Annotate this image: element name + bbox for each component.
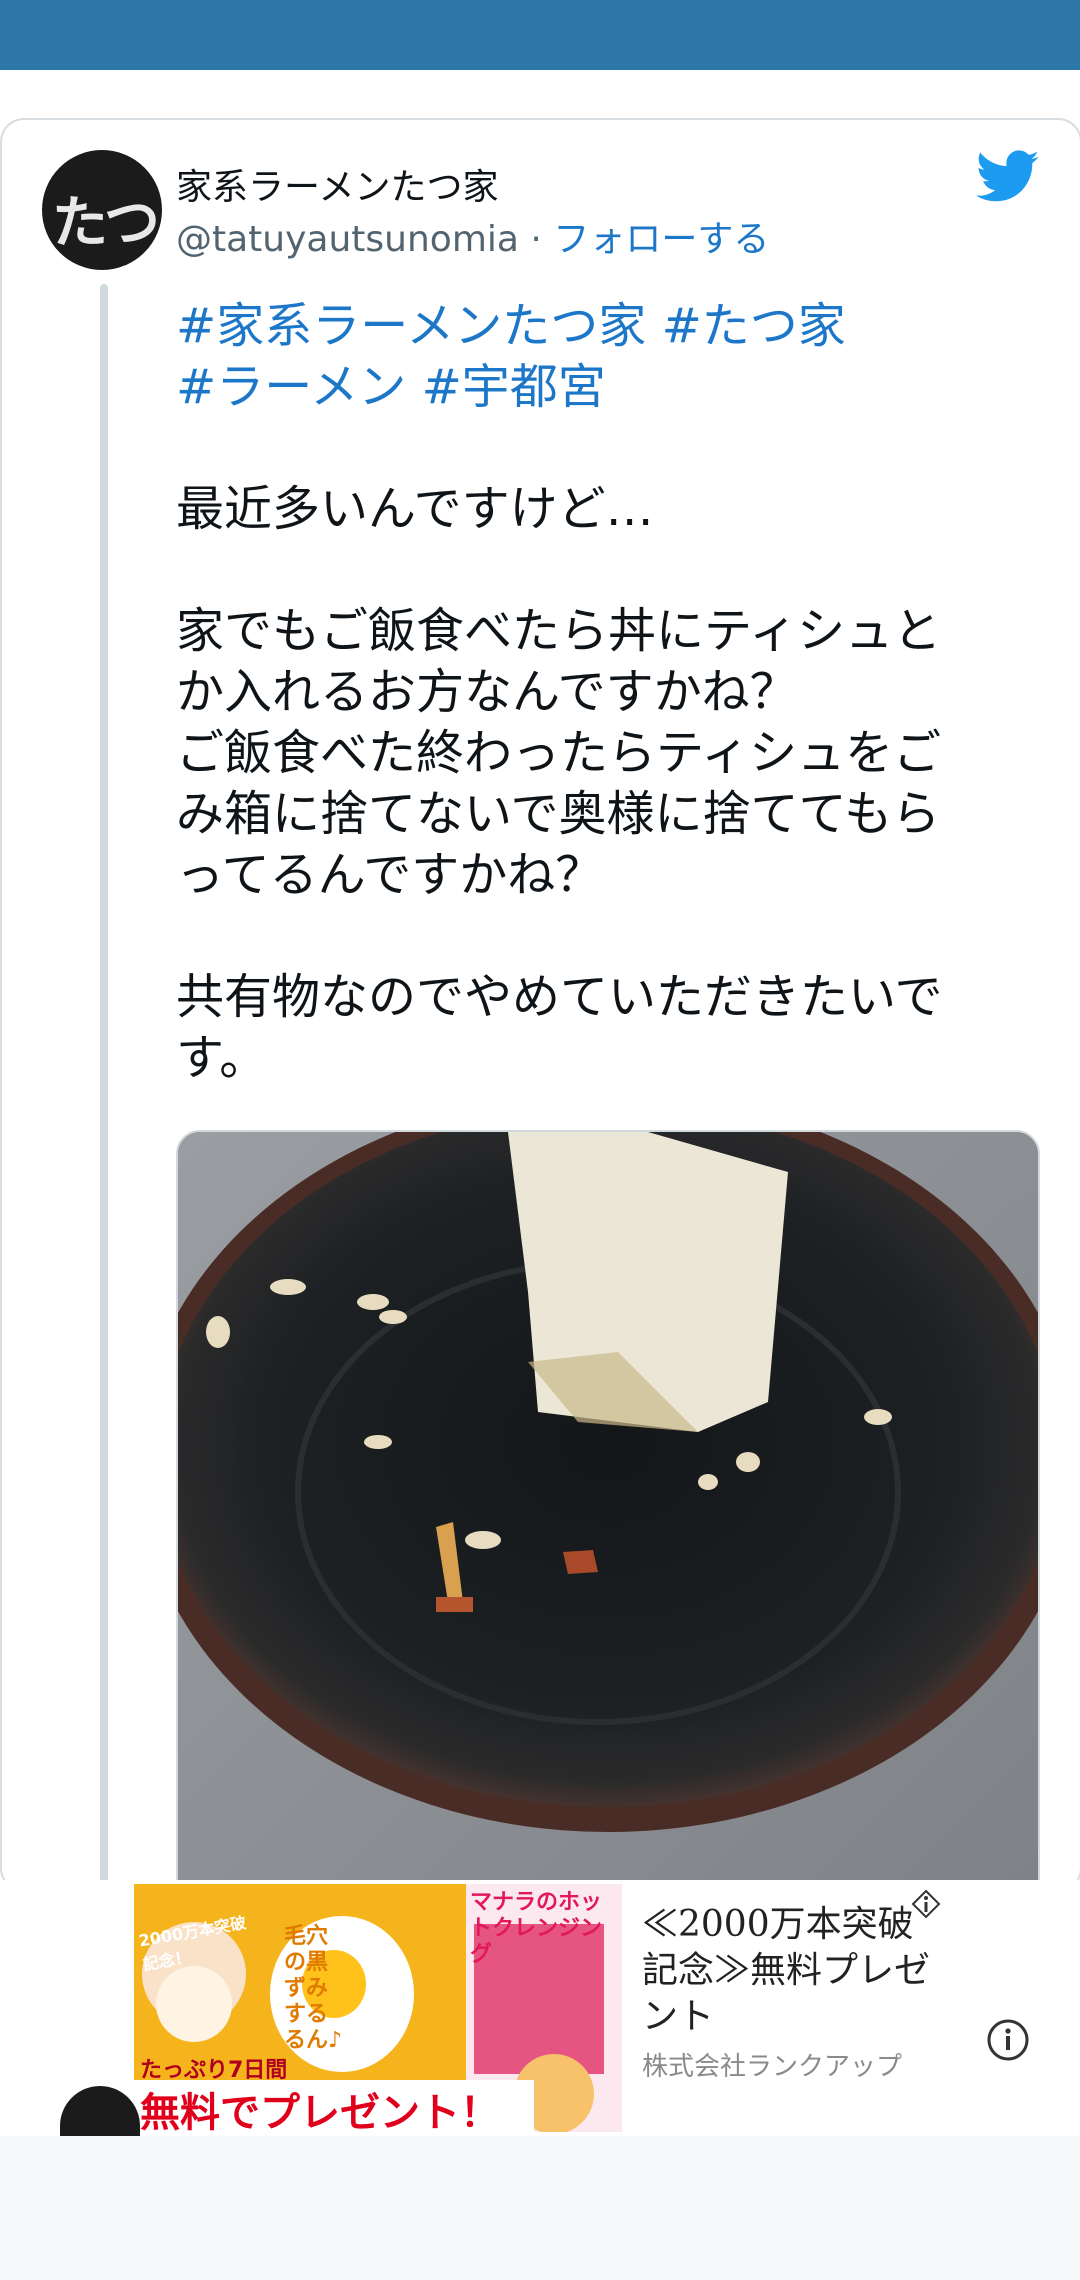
bowl-photo-illustration [178, 1132, 1038, 1990]
hashtag[interactable]: #家系ラーメンたつ家 [176, 298, 646, 354]
separator: · [530, 219, 542, 260]
tweet-line: 家でもご飯食べたら丼にティシュと [176, 603, 942, 659]
ad-brand: マナラのホットクレンジング [470, 1890, 603, 1967]
display-name[interactable]: 家系ラーメンたつ家 [176, 158, 499, 210]
handle[interactable]: @tatuyautsunomia [176, 219, 519, 260]
ad-copy: 毛穴の黒ずみするるん♪ [284, 1924, 343, 2053]
tweet-body: #家系ラーメンたつ家 #たつ家 #ラーメン #宇都宮 最近多いんですけど… 家で… [176, 296, 1006, 1089]
hashtag[interactable]: #宇都宮 [422, 359, 606, 415]
ad-title[interactable]: ≪2000万本突破記念≫無料プレゼント [642, 1902, 932, 2040]
hashtag[interactable]: #たつ家 [662, 298, 846, 354]
hashtag-line-1: #家系ラーメンたつ家 #たつ家 [176, 296, 1006, 357]
tweet-line: す。 [176, 1030, 268, 1086]
tweet-paragraph-1: 最近多いんですけど… [176, 481, 654, 537]
tweet-line: か入れるお方なんですかね？ [176, 664, 798, 720]
ad-side-panel [948, 1880, 1080, 2136]
hashtag-line-2: #ラーメン #宇都宮 [176, 357, 1006, 418]
follow-link[interactable]: フォローする [553, 219, 769, 260]
hashtag[interactable]: #ラーメン [176, 359, 406, 415]
ad-cta: 無料でプレゼント！ [140, 2090, 500, 2132]
avatar[interactable]: たつ家 [42, 150, 162, 270]
top-bar [0, 0, 1080, 70]
ad-company: 株式会社ランクアップ [642, 2052, 903, 2082]
tweet-photo[interactable] [176, 1130, 1040, 1992]
adchoices-icon[interactable] [910, 1888, 942, 1920]
tweet-line: ご飯食べた終わったらティシュをご [176, 725, 942, 781]
twitter-bird-icon[interactable] [976, 150, 1040, 204]
tweet-line: み箱に捨てないで奥様に捨ててもら [176, 786, 941, 842]
ad-banner-image[interactable]: 2000万本突破記念！ マナラのホットクレンジング 毛穴の黒ずみするるん♪ たっ… [134, 1884, 622, 2132]
info-icon[interactable] [986, 2018, 1030, 2062]
tweet-line: 共有物なのでやめていただきたいで [176, 969, 943, 1025]
thread-connector-line [100, 284, 108, 2084]
tweet-line: ってるんですかね？ [176, 847, 604, 903]
advertisement[interactable]: 2000万本突破記念！ マナラのホットクレンジング 毛穴の黒ずみするるん♪ たっ… [0, 1880, 1080, 2136]
bottom-area [0, 2136, 1080, 2280]
handle-row: @tatuyautsunomia · フォローする [176, 210, 769, 262]
avatar-logo-text: たつ家 [52, 191, 160, 256]
